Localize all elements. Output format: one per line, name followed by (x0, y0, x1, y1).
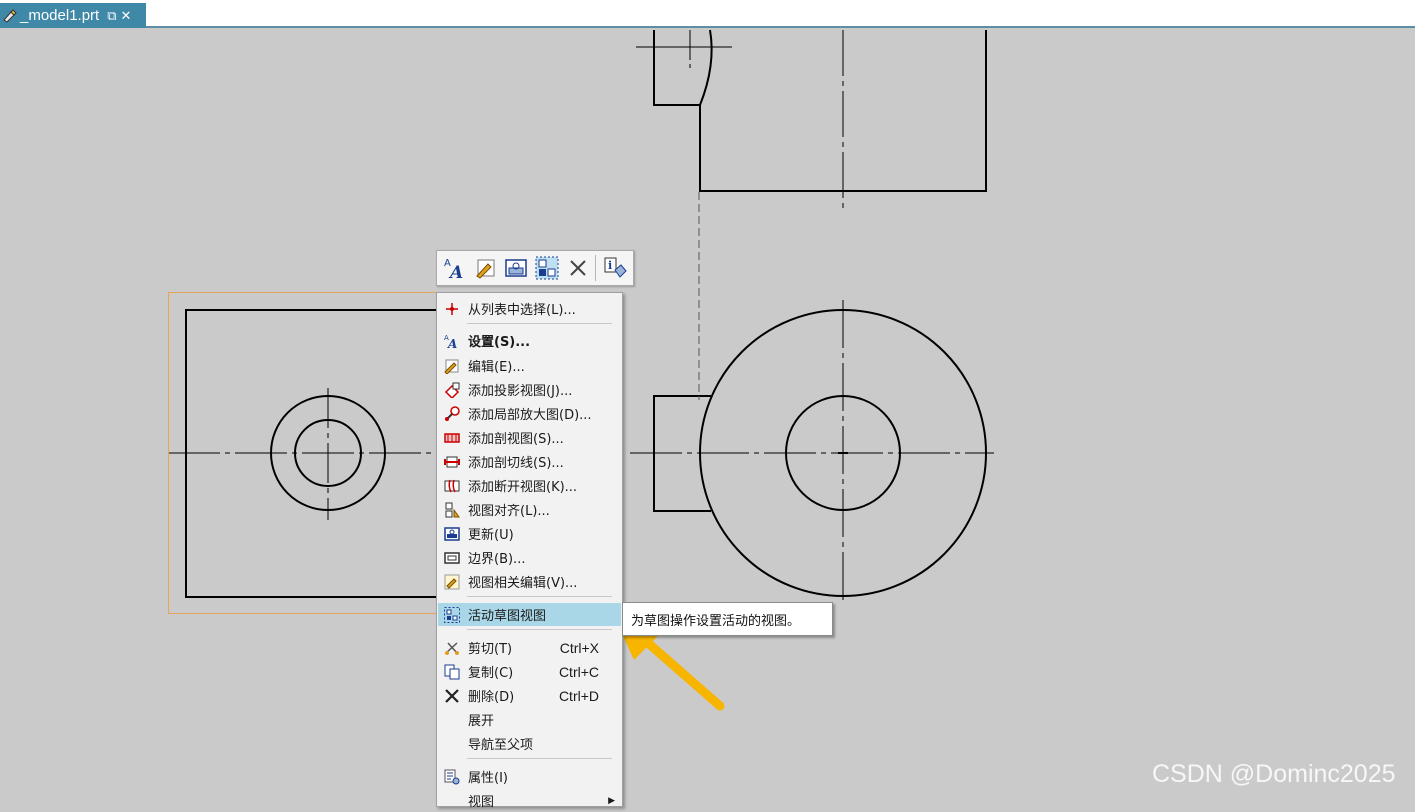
menu-item-add-projected-view[interactable]: 添加投影视图(J)... (438, 378, 621, 401)
menu-item-label: 导航至父项 (468, 738, 534, 753)
menu-item-label: 编辑(E)... (468, 360, 525, 375)
menu-item-label: 复制(C) (468, 666, 514, 681)
submenu-arrow-icon: ▶ (608, 795, 615, 806)
select-from-list-icon (444, 301, 460, 317)
section-line-icon (444, 454, 460, 470)
svg-text:A: A (447, 337, 457, 349)
menu-item-label: 添加剖视图(S)... (468, 432, 564, 447)
menu-item-label: 添加断开视图(K)... (468, 480, 578, 495)
delete-icon (444, 688, 460, 704)
menu-item-view-align[interactable]: 视图对齐(L)... (438, 498, 621, 521)
detail-view-icon (444, 405, 460, 422)
properties-icon (444, 769, 460, 785)
menu-item-shortcut: Ctrl+X (559, 639, 599, 656)
settings-icon: AA (444, 333, 460, 349)
active-sketch-view-icon (444, 606, 460, 623)
view-dependent-edit-icon (444, 574, 460, 590)
menu-item-shortcut: Ctrl+C (558, 663, 599, 680)
menu-item-delete[interactable]: 删除(D) Ctrl+D (438, 684, 621, 707)
svg-text:A: A (448, 263, 463, 280)
tooltip: 为草图操作设置活动的视图。 (622, 602, 833, 636)
menu-item-label: 添加剖切线(S)... (468, 456, 564, 471)
menu-item-boundary[interactable]: 边界(B)... (438, 546, 621, 569)
edit-icon[interactable] (473, 255, 499, 281)
menu-separator (467, 758, 612, 759)
cut-icon (444, 640, 460, 656)
menu-item-expand[interactable]: 展开 (438, 708, 621, 731)
menu-separator (467, 596, 612, 597)
update-view-icon[interactable] (503, 255, 529, 281)
menu-item-label: 删除(D) (468, 690, 515, 705)
menu-item-add-detail-view[interactable]: 添加局部放大图(D)... (438, 402, 621, 425)
menu-item-label: 属性(I) (468, 771, 508, 786)
menu-item-label: 展开 (468, 714, 495, 729)
tooltip-text: 为草图操作设置活动的视图。 (631, 613, 801, 629)
menu-item-view[interactable]: 视图 ▶ (438, 789, 621, 812)
menu-item-label: 边界(B)... (468, 552, 526, 567)
menu-item-view-dependent-edit[interactable]: 视图相关编辑(V)... (438, 570, 621, 593)
menu-item-shortcut: Ctrl+D (558, 687, 599, 704)
menu-item-label: 添加局部放大图(D)... (468, 408, 592, 423)
top-view[interactable] (653, 29, 987, 192)
menu-item-add-broken-view[interactable]: 添加断开视图(K)... (438, 474, 621, 497)
projected-view-icon (444, 382, 460, 398)
menu-item-label: 更新(U) (468, 528, 514, 543)
menu-item-navigate-to-parent[interactable]: 导航至父项 (438, 732, 621, 755)
drawing-sheet[interactable] (0, 0, 1415, 802)
view-align-icon (444, 502, 460, 518)
menu-separator (467, 323, 612, 324)
info-icon[interactable]: i (602, 255, 628, 281)
broken-view-icon (444, 478, 460, 494)
menu-item-add-section-view[interactable]: 添加剖视图(S)... (438, 426, 621, 449)
menu-item-label: 视图 (468, 795, 495, 810)
edit-icon (444, 358, 460, 374)
menu-item-label: 活动草图视图 (468, 609, 547, 624)
menu-item-copy[interactable]: 复制(C) Ctrl+C (438, 660, 621, 683)
menu-item-edit[interactable]: 编辑(E)... (438, 354, 621, 377)
context-menu: 从列表中选择(L)... AA 设置(S)... 编辑(E)... 添加投影视图… (436, 292, 623, 810)
menu-item-select-from-list[interactable]: 从列表中选择(L)... (438, 297, 621, 320)
menu-item-active-sketch-view[interactable]: 活动草图视图 (438, 603, 621, 626)
mini-toolbar: A A i (436, 250, 634, 286)
menu-item-label: 设置(S)... (468, 335, 531, 350)
menu-item-label: 添加投影视图(J)... (468, 384, 573, 399)
menu-item-update[interactable]: 更新(U) (438, 522, 621, 545)
menu-item-properties[interactable]: 属性(I) (438, 765, 621, 788)
menu-item-settings[interactable]: AA 设置(S)... (438, 329, 621, 352)
watermark: CSDN @Dominc2025 (1152, 760, 1396, 788)
menu-item-label: 视图相关编辑(V)... (468, 576, 578, 591)
boundary-icon (444, 550, 460, 566)
menu-item-label: 视图对齐(L)... (468, 504, 550, 519)
menu-item-label: 剪切(T) (468, 642, 513, 657)
delete-icon[interactable] (565, 255, 591, 281)
settings-icon[interactable]: A A (442, 255, 468, 281)
active-sketch-view-icon[interactable] (534, 255, 560, 281)
menu-item-cut[interactable]: 剪切(T) Ctrl+X (438, 636, 621, 659)
svg-text:i: i (608, 259, 612, 272)
menu-separator (467, 629, 612, 630)
toolbar-separator (595, 255, 597, 281)
update-icon (444, 526, 460, 542)
menu-item-label: 从列表中选择(L)... (468, 303, 576, 318)
section-view-icon (444, 430, 460, 446)
copy-icon (444, 664, 460, 680)
menu-item-add-section-line[interactable]: 添加剖切线(S)... (438, 450, 621, 473)
